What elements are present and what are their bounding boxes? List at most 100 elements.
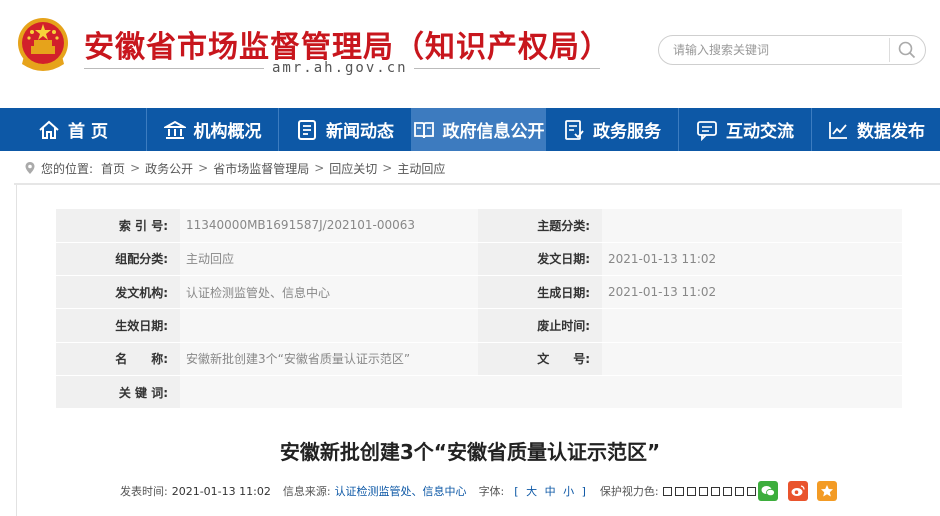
meta-label: 组配分类:	[56, 242, 180, 277]
institution-icon	[163, 120, 186, 139]
table-row: 生效日期: 废止时间:	[56, 308, 902, 343]
nav-item-label: 首 页	[68, 122, 108, 142]
meta-value: 安徽新批创建3个“安徽省质量认证示范区”	[180, 342, 478, 376]
nav-item-home[interactable]: 首 页	[0, 108, 146, 151]
article-title: 安徽新批创建3个“安徽省质量认证示范区”	[279, 440, 661, 464]
meta-label: 发文机构:	[56, 275, 180, 310]
table-row: 名 称: 安徽新批创建3个“安徽省质量认证示范区” 文 号:	[56, 342, 902, 376]
meta-label: 关 键 词:	[56, 375, 180, 410]
article-info-bar: 发表时间: 2021-01-13 11:02 信息来源: 认证检测监管处、信息中…	[120, 481, 759, 501]
swatch-white[interactable]	[686, 486, 696, 496]
share-weibo-button[interactable]	[788, 481, 808, 501]
font-size-small-button[interactable]: 小	[563, 485, 574, 498]
swatch-white[interactable]	[746, 486, 756, 496]
nav-item-gov-service[interactable]: 政务服务	[545, 108, 678, 151]
nav-item-label: 数据发布	[857, 122, 925, 142]
share-wechat-button[interactable]	[758, 481, 778, 501]
table-row: 关 键 词:	[56, 375, 902, 410]
meta-value: 认证检测监管处、信息中心	[180, 275, 478, 310]
meta-label: 名 称:	[56, 342, 180, 376]
breadcrumb-separator: >	[314, 161, 325, 175]
meta-label: 主题分类:	[478, 209, 602, 243]
swatch-white[interactable]	[722, 486, 732, 496]
document-meta-table: 索 引 号: 11340000MB1691587J/202101-00063 主…	[56, 209, 902, 410]
meta-value: 主动回应	[180, 242, 478, 277]
share-favorite-button[interactable]	[817, 481, 837, 501]
location-pin-icon	[25, 162, 35, 174]
meta-label: 生效日期:	[56, 308, 180, 343]
swatch-white[interactable]	[734, 486, 744, 496]
meta-label: 生成日期:	[478, 275, 602, 310]
nav-item-institution[interactable]: 机构概况	[146, 108, 278, 151]
meta-label: 发文日期:	[478, 242, 602, 277]
eye-protection-swatches	[662, 486, 759, 496]
swatch-white[interactable]	[698, 486, 708, 496]
source-label: 信息来源:	[282, 485, 331, 498]
domain-divider-right	[414, 68, 600, 69]
nav-item-gov-info[interactable]: 政府信息公开	[411, 108, 545, 151]
search-button[interactable]	[889, 38, 923, 62]
search-box	[658, 35, 926, 65]
main-nav: 首 页 机构概况 新闻动态 政府信息公开 政务服务 互动交流 数据发布	[0, 108, 940, 151]
breadcrumb-item-bureau[interactable]: 省市场监督管理局	[213, 160, 309, 177]
table-row: 发文机构: 认证检测监管处、信息中心 生成日期: 2021-01-13 11:0…	[56, 275, 902, 310]
nav-item-label: 互动交流	[726, 122, 794, 142]
open-book-icon	[413, 121, 434, 138]
breadcrumb-separator: >	[382, 161, 393, 175]
national-emblem-icon	[14, 16, 72, 78]
news-icon	[298, 119, 316, 140]
swatch-white[interactable]	[662, 486, 672, 496]
breadcrumb-separator: >	[198, 161, 209, 175]
meta-label: 索 引 号:	[56, 209, 180, 243]
table-row: 组配分类: 主动回应 发文日期: 2021-01-13 11:02	[56, 242, 902, 277]
font-size-large-button[interactable]: 大	[526, 485, 537, 498]
breadcrumb-separator: >	[130, 161, 141, 175]
meta-value	[602, 209, 902, 243]
publish-time: 2021-01-13 11:02	[171, 484, 271, 498]
search-icon	[898, 41, 915, 59]
nav-item-interaction[interactable]: 互动交流	[678, 108, 811, 151]
breadcrumb-item-active-response[interactable]: 主动回应	[397, 160, 445, 177]
publish-time-label: 发表时间:	[120, 485, 168, 498]
line-chart-icon	[829, 121, 847, 139]
font-bracket-close: ]	[581, 485, 586, 498]
breadcrumb-item-gov-open[interactable]: 政务公开	[145, 160, 193, 177]
source-value: 认证检测监管处、信息中心	[334, 485, 467, 498]
breadcrumb-prefix: 您的位置:	[41, 161, 94, 176]
wechat-icon	[761, 486, 775, 497]
weibo-icon	[791, 485, 805, 496]
swatch-white[interactable]	[674, 486, 684, 496]
nav-item-label: 机构概况	[193, 122, 262, 142]
meta-label: 废止时间:	[478, 308, 602, 343]
table-row: 索 引 号: 11340000MB1691587J/202101-00063 主…	[56, 209, 902, 243]
font-bracket-open: [	[514, 485, 519, 498]
search-input[interactable]	[673, 40, 883, 60]
home-icon	[39, 120, 59, 139]
site-header: 安徽省市场监督管理局（知识产权局） amr.ah.gov.cn	[0, 0, 940, 108]
nav-item-label: 新闻动态	[326, 122, 394, 142]
breadcrumb: 您的位置: 首页 > 政务公开 > 省市场监督管理局 > 回应关切 > 主动回应	[24, 159, 445, 177]
service-doc-icon	[565, 119, 584, 140]
domain-divider-left	[84, 68, 264, 69]
font-size-control: [ 大 中 小 ]	[512, 483, 588, 499]
nav-item-news[interactable]: 新闻动态	[278, 108, 411, 151]
site-domain: amr.ah.gov.cn	[272, 60, 408, 76]
meta-value: 11340000MB1691587J/202101-00063	[180, 209, 478, 243]
meta-value	[602, 342, 902, 376]
star-icon	[821, 485, 833, 497]
nav-item-data-release[interactable]: 数据发布	[811, 108, 940, 151]
meta-value	[180, 308, 478, 343]
nav-item-label: 政府信息公开	[442, 122, 545, 142]
meta-value	[180, 375, 902, 410]
font-size-medium-button[interactable]: 中	[545, 485, 556, 498]
breadcrumb-item-home[interactable]: 首页	[101, 160, 125, 177]
chat-icon	[697, 120, 717, 141]
meta-value: 2021-01-13 11:02	[602, 275, 902, 310]
meta-label: 文 号:	[478, 342, 602, 376]
font-size-label: 字体:	[478, 485, 505, 498]
meta-value: 2021-01-13 11:02	[602, 242, 902, 277]
breadcrumb-item-response[interactable]: 回应关切	[329, 160, 377, 177]
swatch-white[interactable]	[710, 486, 720, 496]
nav-item-label: 政务服务	[593, 122, 661, 142]
eye-protection-label: 保护视力色:	[599, 485, 659, 498]
